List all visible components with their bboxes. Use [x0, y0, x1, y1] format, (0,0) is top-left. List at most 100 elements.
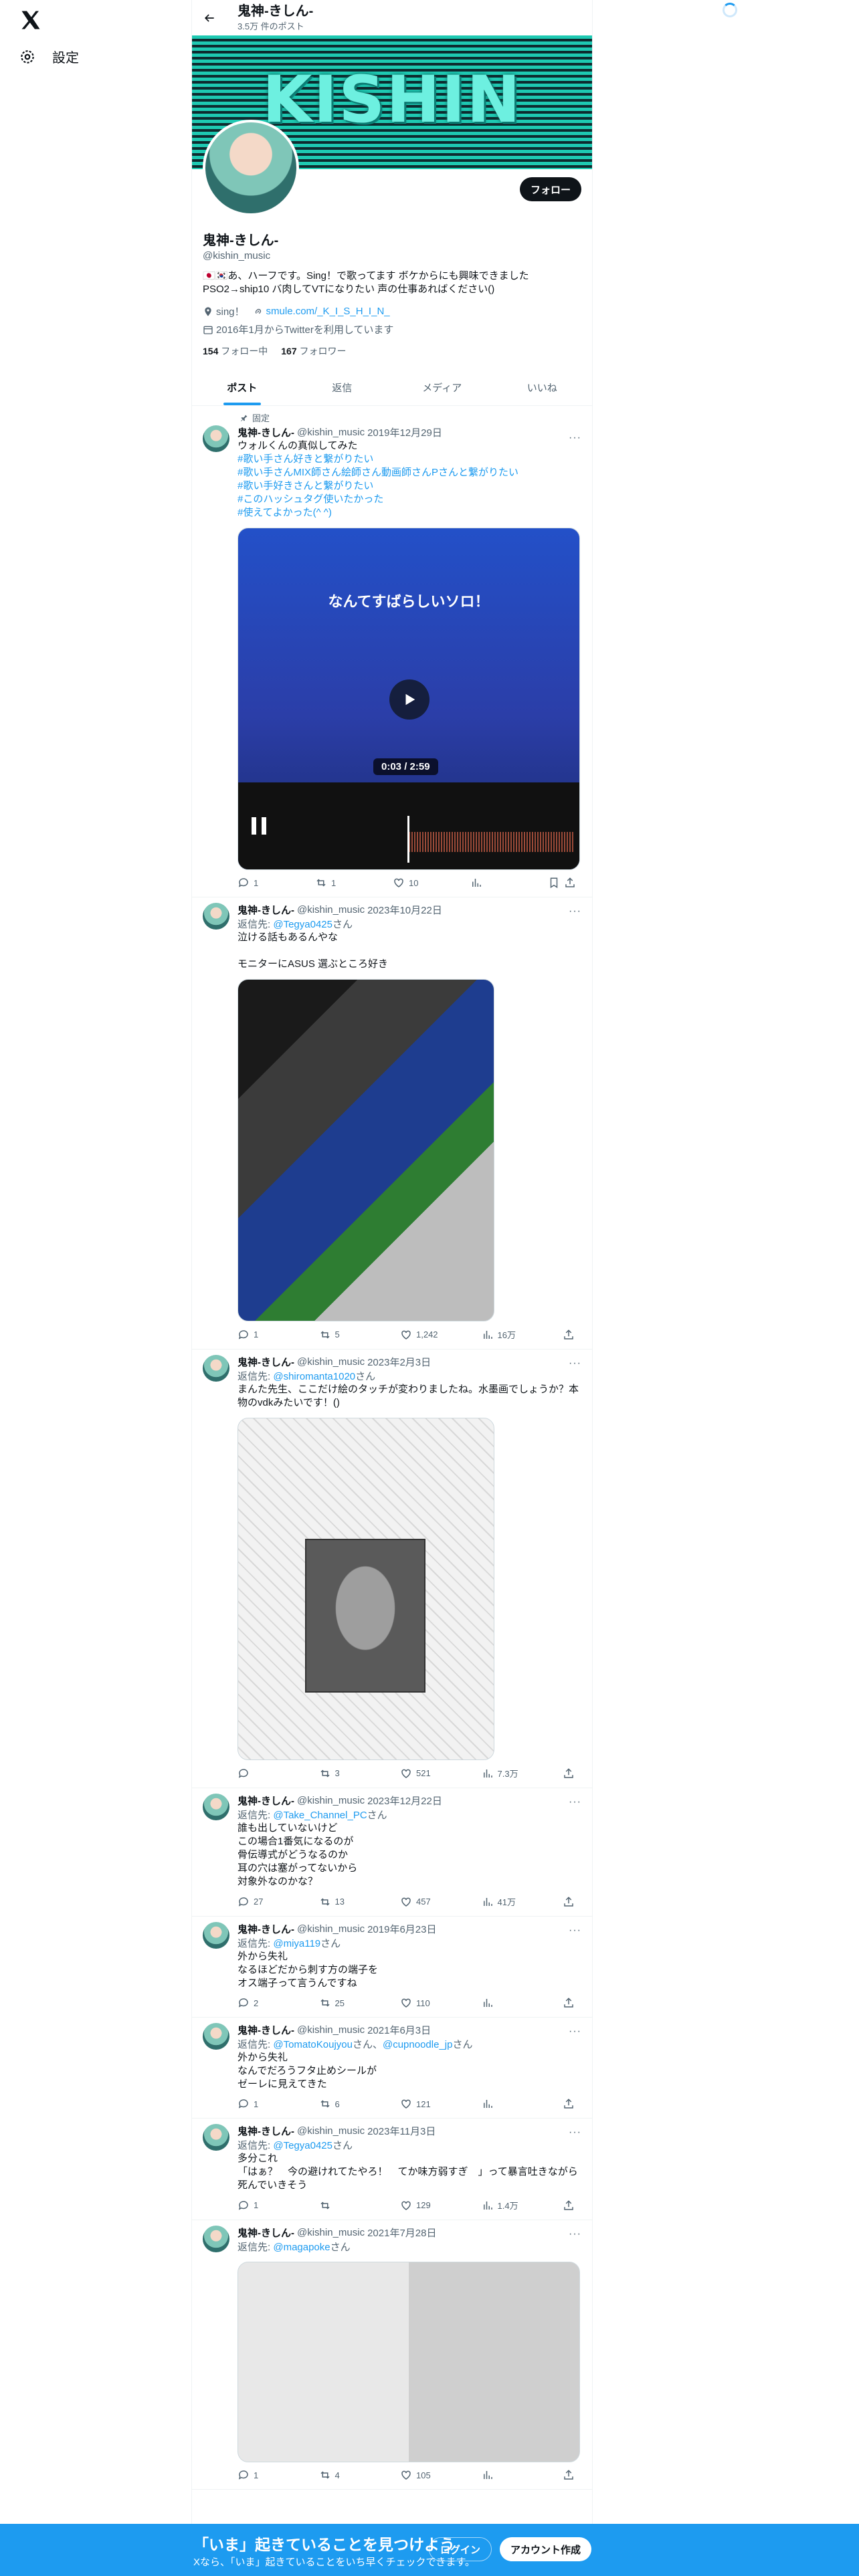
post-author[interactable]: 鬼神-きしん-: [237, 2023, 294, 2037]
post-avatar[interactable]: [203, 425, 229, 452]
post-date[interactable]: 2019年6月23日: [367, 1922, 436, 1936]
post-author[interactable]: 鬼神-きしん-: [237, 2226, 294, 2240]
like-button[interactable]: 110: [400, 1997, 440, 2009]
views-button[interactable]: 16万: [482, 1328, 522, 1341]
reply-to-handle[interactable]: @miya119: [273, 1938, 320, 1949]
like-button[interactable]: 129: [400, 2199, 440, 2212]
reply-to-handle[interactable]: @Take_Channel_PC: [273, 1810, 367, 1821]
reply-button[interactable]: 2: [237, 1997, 278, 2009]
views-button[interactable]: [482, 2469, 522, 2481]
post[interactable]: 鬼神-きしん- @kishin_music 2023年12月22日 返信先: @Ta…: [192, 1788, 592, 1917]
post[interactable]: 鬼神-きしん- @kishin_music 2023年10月22日 返信先: @Te…: [192, 897, 592, 1350]
post-avatar[interactable]: [203, 2226, 229, 2252]
reply-button[interactable]: 1: [237, 2199, 278, 2212]
reply-button[interactable]: 1: [237, 877, 278, 889]
like-button[interactable]: 457: [400, 1895, 440, 1908]
repost-button[interactable]: [319, 2199, 359, 2212]
reply-to-handle[interactable]: @magapoke: [273, 2242, 330, 2253]
post-date[interactable]: 2021年6月3日: [367, 2023, 431, 2037]
follow-button[interactable]: フォロー: [519, 177, 581, 201]
reply-button[interactable]: 1: [237, 2098, 278, 2110]
profile-link[interactable]: smule.com/_K_I_S_H_I_N_: [266, 306, 390, 317]
signup-button[interactable]: アカウント作成: [499, 2537, 591, 2561]
post-date[interactable]: 2023年10月22日: [367, 903, 442, 917]
more-options-icon[interactable]: ···: [569, 1925, 581, 1937]
views-button[interactable]: 1.4万: [482, 2199, 522, 2212]
post-date[interactable]: 2019年12月29日: [367, 425, 442, 439]
reply-to-handle-2[interactable]: @cupnoodle_jp: [383, 2039, 452, 2050]
post[interactable]: 鬼神-きしん- @kishin_music 2019年12月29日 ウォルくんの真似…: [192, 424, 592, 897]
tab-posts[interactable]: ポスト: [192, 370, 292, 405]
x-logo-icon[interactable]: [19, 8, 43, 32]
more-options-icon[interactable]: ···: [569, 2127, 581, 2139]
pause-icon[interactable]: [252, 817, 266, 835]
post-date[interactable]: 2023年12月22日: [367, 1794, 442, 1808]
reply-to-handle[interactable]: @Tegya0425: [273, 919, 332, 930]
post[interactable]: 鬼神-きしん- @kishin_music 2021年7月28日 返信先: @mag…: [192, 2220, 592, 2490]
post-author[interactable]: 鬼神-きしん-: [237, 2124, 294, 2138]
repost-button[interactable]: 6: [319, 2098, 359, 2110]
reply-button[interactable]: 1: [237, 2469, 278, 2481]
like-button[interactable]: 1,242: [400, 1328, 440, 1341]
post-avatar[interactable]: [203, 2124, 229, 2151]
more-options-icon[interactable]: ···: [569, 432, 581, 444]
followers-count-link[interactable]: 167 フォロワー: [281, 344, 346, 358]
tab-media[interactable]: メディア: [392, 370, 492, 405]
repost-button[interactable]: 25: [319, 1997, 359, 2009]
reply-button[interactable]: 27: [237, 1895, 278, 1908]
more-options-icon[interactable]: ···: [569, 1796, 581, 1808]
like-button[interactable]: 521: [400, 1767, 440, 1780]
more-options-icon[interactable]: ···: [569, 905, 581, 918]
share-button[interactable]: [563, 1895, 576, 1908]
like-button[interactable]: 105: [400, 2469, 440, 2481]
hashtag-link[interactable]: #使えてよかった(^ ^): [237, 506, 581, 520]
repost-button[interactable]: 4: [319, 2469, 359, 2481]
share-button[interactable]: [563, 2199, 576, 2212]
like-button[interactable]: 10: [393, 877, 433, 889]
post-avatar[interactable]: [203, 903, 229, 930]
views-button[interactable]: 41万: [482, 1895, 522, 1908]
hashtag-link[interactable]: #歌い手好きさんと繋がりたい: [237, 479, 581, 493]
repost-button[interactable]: 3: [319, 1767, 359, 1780]
post[interactable]: 鬼神-きしん- @kishin_music 2023年2月3日 返信先: @shir…: [192, 1350, 592, 1788]
share-button[interactable]: [563, 1328, 576, 1341]
post-date[interactable]: 2021年7月28日: [367, 2226, 436, 2240]
like-button[interactable]: 121: [400, 2098, 440, 2110]
post-author[interactable]: 鬼神-きしん-: [237, 425, 294, 439]
post-author[interactable]: 鬼神-きしん-: [237, 1922, 294, 1936]
post-avatar[interactable]: [203, 1794, 229, 1820]
post[interactable]: 鬼神-きしん- @kishin_music 2023年11月3日 返信先: @Teg…: [192, 2119, 592, 2220]
views-button[interactable]: [482, 2098, 522, 2110]
reply-to-handle[interactable]: @TomatoKoujyou: [273, 2039, 353, 2050]
login-button[interactable]: ログイン: [428, 2537, 492, 2561]
reply-button[interactable]: [237, 1767, 278, 1780]
repost-button[interactable]: 13: [319, 1895, 359, 1908]
share-button[interactable]: [563, 1997, 576, 2009]
post-avatar[interactable]: [203, 1355, 229, 1382]
post-author[interactable]: 鬼神-きしん-: [237, 1794, 294, 1808]
post-image[interactable]: [237, 1418, 494, 1760]
reply-to-handle[interactable]: @Tegya0425: [273, 2140, 332, 2151]
avatar[interactable]: [203, 120, 299, 216]
hashtag-link[interactable]: #歌い手さんMIX師さん絵師さん動画師さんPさんと繋がりたい: [237, 466, 581, 479]
views-button[interactable]: [482, 1997, 522, 2009]
post-image[interactable]: [237, 979, 494, 1321]
more-options-icon[interactable]: ···: [569, 1358, 581, 1370]
following-count-link[interactable]: 154 フォロー中: [203, 344, 268, 358]
more-options-icon[interactable]: ···: [569, 2026, 581, 2038]
tab-replies[interactable]: 返信: [292, 370, 393, 405]
post-date[interactable]: 2023年11月3日: [367, 2124, 436, 2138]
settings-link[interactable]: 設定: [19, 47, 79, 66]
views-button[interactable]: 7.3万: [482, 1767, 522, 1780]
post-avatar[interactable]: [203, 2023, 229, 2050]
reply-to-handle[interactable]: @shiromanta1020: [273, 1371, 355, 1382]
share-button[interactable]: [563, 2098, 576, 2110]
repost-button[interactable]: 5: [319, 1328, 359, 1341]
post[interactable]: 鬼神-きしん- @kishin_music 2021年6月3日 返信先: @Toma…: [192, 2018, 592, 2119]
share-button[interactable]: [563, 1767, 576, 1780]
share-button[interactable]: [563, 2469, 576, 2481]
video-player[interactable]: なんてすばらしいソロ！ 0:03 / 2:59: [237, 528, 580, 870]
post-author[interactable]: 鬼神-きしん-: [237, 903, 294, 917]
tab-likes[interactable]: いいね: [492, 370, 593, 405]
post-date[interactable]: 2023年2月3日: [367, 1355, 431, 1369]
